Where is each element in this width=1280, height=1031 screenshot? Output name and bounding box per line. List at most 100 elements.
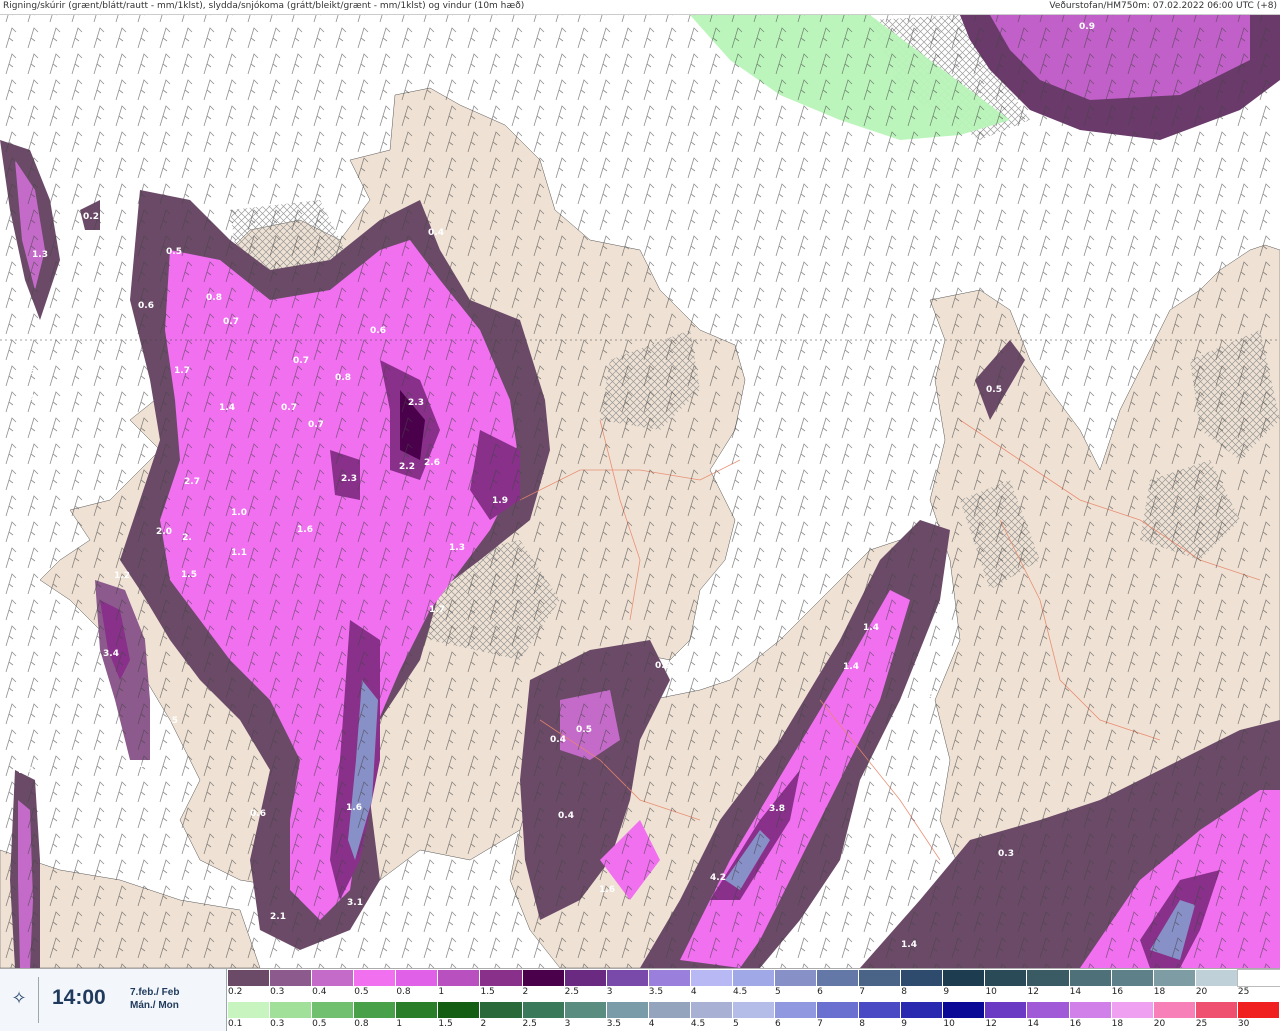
precip-value-label: 1.4 <box>843 662 859 672</box>
precip-value-label: 0.4 <box>428 228 444 238</box>
legend-tick-label: 16 <box>1111 987 1124 997</box>
legend-tick-label: 0.3 <box>270 1019 285 1029</box>
precip-value-label: 1.6 <box>297 525 313 535</box>
legend-swatch <box>1027 970 1070 986</box>
legend-swatch <box>1237 1002 1280 1018</box>
precip-value-label: 3.4 <box>103 649 119 659</box>
precip-value-label: 0.5 <box>986 385 1002 395</box>
precip-value-label: 2.7 <box>184 477 200 487</box>
color-legend: 0.2 0.3 0.4 0.5 0.8 1 1.5 2 2.5 3 3.5 4 4.5 5 6 7 8 9 10 12… <box>228 969 1280 1031</box>
precip-value-label: 0.6 <box>250 809 266 819</box>
legend-swatch <box>775 970 818 986</box>
legend-tick-label: 0.3 <box>270 987 285 997</box>
legend-swatch <box>522 1002 565 1018</box>
legend-tick-label: 8 <box>859 1019 865 1029</box>
precip-value-label: 1.5 <box>181 570 197 580</box>
precip-value-label: 1.4 <box>863 623 879 633</box>
legend-swatch <box>522 970 565 986</box>
legend-swatch <box>775 1002 818 1018</box>
precip-value-label: 2.3 <box>341 474 357 484</box>
wind-barbs <box>0 15 1280 968</box>
legend-swatch <box>690 1002 733 1018</box>
legend-tick-label: 12 <box>1027 987 1039 997</box>
precip-value-label: 0.9 <box>1079 22 1095 32</box>
legend-tick-label: 9 <box>901 1019 907 1029</box>
time-display: ✧ 14:00 7.feb./ Feb Mán./ Mon <box>0 969 227 1031</box>
header: Rigning/skúrir (grænt/blátt/rautt - mm/1… <box>0 0 1280 15</box>
precip-value-label: 0.5 <box>576 725 592 735</box>
precip-value-label: 3.1 <box>347 898 363 908</box>
legend-tick-label: 4 <box>648 1019 655 1029</box>
precip-value-label: 4.2 <box>710 873 726 883</box>
legend-tick-label: 1 <box>396 1019 403 1029</box>
precip-value-label: 0.4 <box>550 735 566 745</box>
precip-value-label: 1.3 <box>32 250 48 260</box>
legend-swatch <box>228 970 271 986</box>
legend-tick-label: 20 <box>1153 1019 1166 1029</box>
rain-color-scale <box>228 1002 1280 1018</box>
legend-tick-label: 2.5 <box>522 1019 537 1029</box>
legend-tick-label: 3 <box>606 987 613 997</box>
legend-tick-label: 6 <box>775 1019 781 1029</box>
legend-swatch <box>1195 1002 1238 1018</box>
legend-swatch <box>438 970 481 986</box>
legend-tick-label: 1.5 <box>480 987 495 997</box>
legend-tick-label: 20 <box>1195 987 1208 997</box>
legend-tick-label: 2.5 <box>564 987 579 997</box>
wind-rose-icon[interactable]: ✧ <box>8 987 30 1009</box>
legend-swatch <box>438 1002 481 1018</box>
legend-tick-label: 4.5 <box>732 987 748 997</box>
precip-value-label: 0.3 <box>918 690 934 700</box>
precip-value-label: 0.3 <box>20 367 36 377</box>
legend-tick-label: 0.5 <box>312 1019 327 1029</box>
precip-value-label: 2.3 <box>408 398 424 408</box>
legend-tick-label: 30 <box>1237 1019 1250 1029</box>
precip-value-label: 0.6 <box>370 326 386 336</box>
legend-tick-label: 12 <box>985 1019 997 1029</box>
legend-tick-label: 0.8 <box>354 1019 369 1029</box>
legend-swatch <box>312 970 355 986</box>
precip-value-label: 3.8 <box>769 804 785 814</box>
legend-tick-label: 10 <box>943 1019 955 1029</box>
legend-tick-label: 3 <box>564 1019 571 1029</box>
legend-swatch <box>1153 970 1196 986</box>
precip-value-label: 1.6 <box>346 803 362 813</box>
legend-swatch <box>817 970 860 986</box>
legend-swatch <box>354 970 397 986</box>
precip-value-label: 1.0 <box>231 508 247 518</box>
legend-tick-label: 4 <box>690 987 697 997</box>
precip-value-label: 0.4 <box>558 811 574 821</box>
legend-tick-label: 7 <box>859 987 865 997</box>
forecast-map[interactable]: 0.9 0.2 0.5 0.4 1.3 0.6 0.8 0.7 0.6 0.7 0.8 1.7 0.3 0… <box>0 15 1280 968</box>
precip-value-label: 2.0 <box>156 527 172 537</box>
legend-swatch <box>690 970 733 986</box>
precip-value-label: 2. <box>182 533 192 543</box>
forecast-date: 7.feb./ Feb Mán./ Mon <box>130 986 179 1012</box>
legend-tick-label: 1 <box>438 987 445 997</box>
divider <box>38 977 39 1023</box>
precip-value-label: 0. <box>28 393 38 403</box>
legend-tick-label: 14 <box>1027 1019 1039 1029</box>
precip-value-label: 0.8 <box>206 293 222 303</box>
precip-value-label: 0.7 <box>293 356 309 366</box>
precip-value-label: 0.2 <box>655 661 671 671</box>
legend-swatch <box>606 1002 649 1018</box>
legend-swatch <box>396 970 439 986</box>
legend-swatch <box>1153 1002 1196 1018</box>
legend-tick-label: 25 <box>1237 987 1250 997</box>
precip-value-label: 0.3 <box>998 849 1014 859</box>
legend-tick-label: 2 <box>480 1019 487 1029</box>
legend-tick-label: 18 <box>1153 987 1166 997</box>
legend-swatch <box>480 970 523 986</box>
legend-swatch <box>396 1002 439 1018</box>
legend-tick-label: 5 <box>775 987 781 997</box>
legend-swatch <box>1111 970 1154 986</box>
precip-value-label: 0.7 <box>281 403 297 413</box>
legend-tick-label: 10 <box>985 987 997 997</box>
legend-swatch <box>732 970 776 986</box>
legend-swatch <box>606 970 649 986</box>
snow-color-scale <box>228 969 1280 987</box>
legend-swatch <box>901 970 944 986</box>
legend-tick-label: 8 <box>901 987 907 997</box>
legend-tick-label: 6 <box>817 987 823 997</box>
